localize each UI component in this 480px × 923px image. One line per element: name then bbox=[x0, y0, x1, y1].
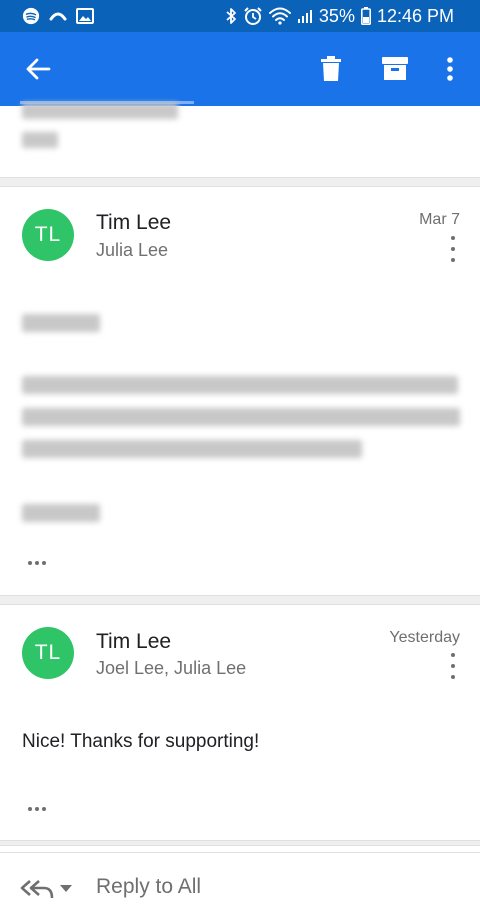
redacted-text bbox=[22, 132, 58, 148]
avatar: TL bbox=[22, 627, 74, 679]
signal-icon bbox=[297, 8, 313, 24]
message-divider bbox=[0, 595, 480, 605]
more-options-button[interactable] bbox=[438, 32, 462, 106]
back-button[interactable] bbox=[16, 32, 60, 106]
redacted-text bbox=[22, 103, 178, 119]
redacted-text bbox=[22, 314, 100, 332]
message-body: Nice! Thanks for supporting! bbox=[22, 731, 260, 752]
sender-name: Tim Lee bbox=[96, 211, 172, 234]
redacted-text bbox=[22, 440, 362, 458]
redacted-text bbox=[22, 376, 458, 394]
recipient-list: Joel Lee, Julia Lee bbox=[96, 658, 247, 678]
alarm-icon bbox=[243, 6, 263, 26]
app-bar bbox=[0, 32, 480, 106]
show-quoted-text-button[interactable] bbox=[28, 561, 46, 565]
message-divider bbox=[0, 840, 480, 846]
avatar: TL bbox=[22, 209, 74, 261]
reply-all-icon bbox=[20, 880, 54, 899]
recipient-list: Julia Lee bbox=[96, 240, 169, 260]
message-menu-button[interactable] bbox=[445, 653, 461, 679]
delete-button[interactable] bbox=[314, 32, 348, 106]
reply-mode-dropdown[interactable] bbox=[20, 875, 80, 903]
bluetooth-icon bbox=[225, 7, 237, 25]
battery-percent: 35% bbox=[318, 5, 355, 26]
trash-icon bbox=[321, 56, 341, 81]
archive-icon bbox=[382, 57, 408, 80]
status-time: 12:46 PM bbox=[376, 5, 454, 26]
redacted-text bbox=[22, 408, 460, 426]
message-date: Mar 7 bbox=[419, 211, 460, 228]
redacted-text bbox=[22, 504, 100, 522]
hotspot-icon bbox=[48, 9, 68, 23]
dropdown-arrow-icon bbox=[60, 885, 72, 892]
message-divider bbox=[0, 177, 480, 187]
message-date: Yesterday bbox=[389, 629, 460, 646]
battery-icon bbox=[360, 7, 371, 25]
wifi-icon bbox=[268, 7, 291, 25]
back-arrow-icon bbox=[26, 58, 51, 80]
status-bar: 35% 12:46 PM bbox=[0, 0, 480, 32]
spotify-icon bbox=[22, 7, 40, 25]
message-menu-button[interactable] bbox=[445, 236, 461, 262]
gallery-icon bbox=[76, 8, 94, 24]
reply-to-all-button[interactable]: Reply to All bbox=[96, 875, 201, 899]
show-quoted-text-button[interactable] bbox=[28, 807, 46, 811]
archive-button[interactable] bbox=[378, 32, 412, 106]
sender-name: Tim Lee bbox=[96, 630, 172, 653]
more-vert-icon bbox=[447, 57, 453, 81]
reply-bar: Reply to All bbox=[0, 852, 480, 923]
